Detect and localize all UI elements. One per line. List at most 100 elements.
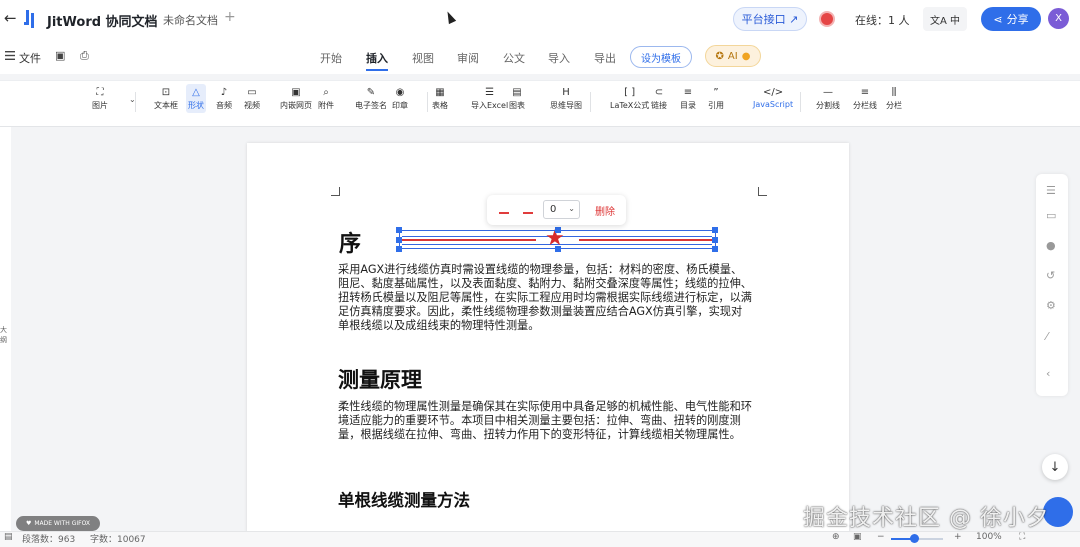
outline-list-icon[interactable]: ☰ <box>1046 184 1056 197</box>
formula-icon: [ ] <box>624 87 636 98</box>
signature-icon: ✎ <box>366 87 376 98</box>
status-layout-icon[interactable]: ▤ <box>4 532 13 542</box>
toolbar-webpage-button[interactable]: ▣ 内嵌网页 <box>280 86 312 111</box>
textbox-icon: ⊡ <box>161 87 171 98</box>
record-indicator-icon[interactable] <box>819 11 835 27</box>
toolbar-separator <box>800 92 801 112</box>
resize-handle[interactable] <box>396 227 402 233</box>
back-arrow-icon[interactable]: ← <box>4 10 20 26</box>
toolbar-label: 链接 <box>651 101 667 110</box>
fullscreen-icon[interactable]: ⛶ <box>1019 532 1025 542</box>
toolbar-toc-button[interactable]: ≡ 目录 <box>680 86 696 111</box>
toolbar-excel-button[interactable]: ☰ 导入Excel <box>471 86 508 111</box>
resize-handle[interactable] <box>712 237 718 243</box>
toolbar-label: 图表 <box>509 101 525 110</box>
tab-insert[interactable]: 插入 <box>366 50 388 66</box>
toolbar-label: 附件 <box>318 101 334 110</box>
link-icon: ⊂ <box>654 87 664 98</box>
resize-handle[interactable] <box>396 246 402 252</box>
tab-import[interactable]: 导入 <box>548 50 570 66</box>
collapse-icon[interactable]: ‹ <box>1046 367 1050 380</box>
print-icon[interactable]: ⎙ <box>80 49 89 63</box>
toolbar-label: 文本框 <box>154 101 178 110</box>
toolbar-separator <box>427 92 428 112</box>
platform-api-label: 平台接口 ↗ <box>741 13 799 26</box>
line-style-dash-icon[interactable] <box>523 212 533 214</box>
tab-view[interactable]: 视图 <box>412 50 434 66</box>
paragraph-principle[interactable]: 柔性线缆的物理属性测量是确保其在实际使用中具备足够的机械性能、电气性能和环境适应… <box>338 400 752 442</box>
toolbar-mindmap-button[interactable]: H 思维导图 <box>550 86 582 111</box>
zoom-level[interactable]: 100% <box>976 532 1002 542</box>
set-template-button[interactable]: 设为模板 <box>630 46 692 68</box>
toolbar-textbox-button[interactable]: ⊡ 文本框 <box>154 86 178 111</box>
zoom-slider-knob[interactable] <box>910 534 919 543</box>
toolbar-quote-button[interactable]: ” 引用 <box>708 86 724 111</box>
toolbar-signature-button[interactable]: ✎ 电子签名 <box>355 86 387 111</box>
toolbar-video-button[interactable]: ▭ 视频 <box>244 86 260 111</box>
heading-single-cable[interactable]: 单根线缆测量方法 <box>338 487 470 511</box>
file-menu[interactable]: 文件 <box>19 50 41 66</box>
code-icon: </> <box>762 87 784 98</box>
heading-principle[interactable]: 测量原理 <box>338 364 422 394</box>
document-name[interactable]: 未命名文档 <box>163 12 218 28</box>
page-corner-mark <box>331 187 340 196</box>
scroll-down-button[interactable]: ↓ <box>1042 454 1068 480</box>
resize-handle[interactable] <box>396 237 402 243</box>
save-icon[interactable]: ▣ <box>55 49 65 62</box>
magic-wand-icon[interactable]: ⁄ <box>1046 330 1048 343</box>
user-avatar[interactable]: X <box>1048 8 1069 29</box>
toolbar-label: LaTeX公式 <box>610 101 650 110</box>
toolbar-audio-button[interactable]: ♪ 音频 <box>216 86 232 111</box>
zoom-in-icon[interactable]: + <box>954 532 962 542</box>
globe-icon[interactable]: ⊕ <box>832 532 840 542</box>
column-line-icon: ≡ <box>860 87 870 98</box>
add-tab-button[interactable]: + <box>224 9 236 25</box>
toolbar-columns-button[interactable]: ⫼ 分栏 <box>886 86 902 111</box>
toolbar-image-button[interactable]: ⛶ 图片 <box>92 86 108 111</box>
jitword-logo-icon <box>24 10 34 28</box>
set-template-label: 设为模板 <box>641 53 681 65</box>
menu-icon[interactable] <box>5 51 15 60</box>
info-icon[interactable]: ● <box>1046 239 1056 252</box>
toolbar-divider-button[interactable]: — 分割线 <box>816 86 840 111</box>
resize-handle[interactable] <box>555 246 561 252</box>
rotation-select[interactable]: 0 ⌄ <box>543 200 580 219</box>
toolbar-label: 音频 <box>216 101 232 110</box>
toolbar-table-button[interactable]: ▦ 表格 <box>432 86 448 111</box>
video-icon: ▭ <box>247 87 257 98</box>
language-switch[interactable]: 文A 中 <box>923 7 967 31</box>
tab-official-doc[interactable]: 公文 <box>503 50 525 66</box>
line-style-dash-icon[interactable] <box>499 212 509 214</box>
toolbar-attachment-button[interactable]: ⌕ 附件 <box>318 86 334 111</box>
share-button[interactable]: ⋖ 分享 <box>981 7 1041 31</box>
ai-button[interactable]: ✪ AI ● <box>705 45 761 67</box>
comment-icon[interactable]: ▭ <box>1046 209 1056 222</box>
paragraph-preface[interactable]: 采用AGX进行线缆仿真时需设置线缆的物理参量，包括：材料的密度、杨氏模量、阻尼、… <box>338 263 752 333</box>
toolbar-column-line-button[interactable]: ≡ 分栏线 <box>853 86 877 111</box>
toolbar-seal-button[interactable]: ◉ 印章 <box>392 86 408 111</box>
resize-handle[interactable] <box>712 246 718 252</box>
top-bar <box>0 0 1080 38</box>
toolbar-chart-button[interactable]: ▤ 图表 <box>509 86 525 111</box>
toolbar-code-button[interactable]: </> JavaScript <box>753 86 793 109</box>
settings-icon[interactable]: ⚙ <box>1046 299 1056 312</box>
tab-start[interactable]: 开始 <box>320 50 342 66</box>
toolbar-label: 分栏 <box>886 101 902 110</box>
toolbar-formula-button[interactable]: [ ] LaTeX公式 <box>610 86 649 111</box>
platform-api-button[interactable]: 平台接口 ↗ <box>733 7 807 31</box>
outline-toggle[interactable]: 大纲 <box>0 325 7 345</box>
toolbar-shape-button[interactable]: △ 形状 <box>186 84 206 113</box>
arrow-down-icon: ↓ <box>1049 459 1061 475</box>
tab-export[interactable]: 导出 <box>594 50 616 66</box>
toolbar-link-button[interactable]: ⊂ 链接 <box>651 86 667 111</box>
page-corner-mark <box>758 187 767 196</box>
history-icon[interactable]: ↺ <box>1046 269 1055 282</box>
focus-mode-icon[interactable]: ▣ <box>853 532 862 542</box>
heart-icon: ♥ <box>25 520 32 527</box>
heading-preface[interactable]: 序 <box>339 226 361 258</box>
delete-shape-button[interactable]: 删除 <box>595 203 615 218</box>
tab-review[interactable]: 审阅 <box>457 50 479 66</box>
resize-handle[interactable] <box>712 227 718 233</box>
zoom-out-icon[interactable]: − <box>877 532 885 542</box>
resize-handle[interactable] <box>555 227 561 233</box>
